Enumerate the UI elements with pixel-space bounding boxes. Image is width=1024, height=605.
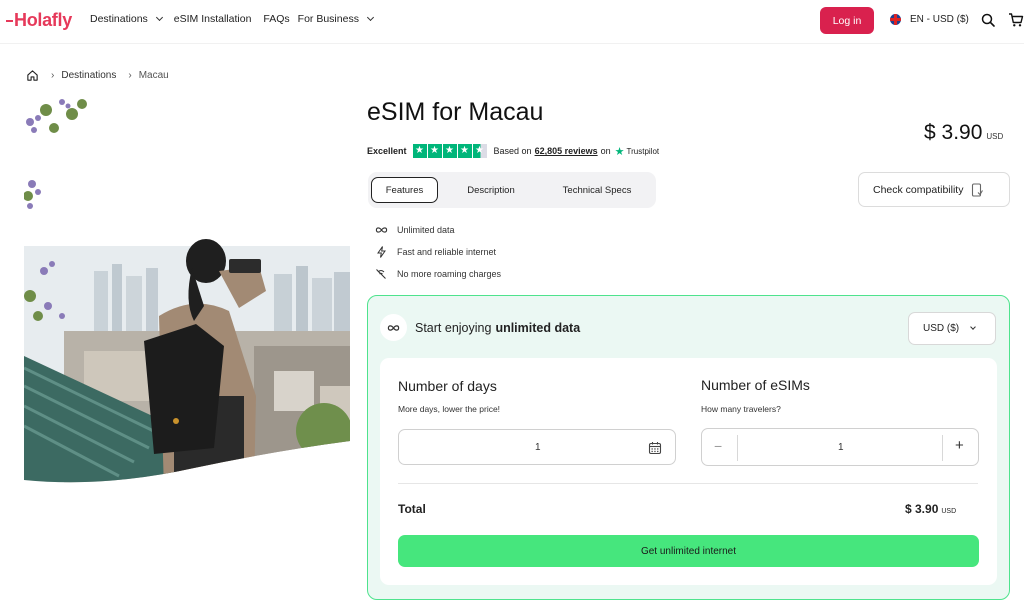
nav-faqs[interactable]: FAQs	[263, 13, 289, 25]
product-price: $ 3.90 USD	[924, 121, 1004, 144]
trustpilot-star-icon: ★	[614, 145, 625, 158]
breadcrumb: › Destinations › Macau	[26, 69, 169, 82]
plan-card: Start enjoying unlimited data USD ($) Num…	[367, 295, 1010, 600]
chevron-down-icon	[155, 13, 163, 22]
esims-stepper[interactable]: − 1 +	[701, 428, 979, 466]
trustpilot-rating: Excellent ★ ★ ★ ★ ★ Based on 62,805 revi…	[367, 144, 660, 158]
stepper-divider	[942, 435, 943, 461]
star-icon: ★	[442, 144, 457, 158]
nav-for-business[interactable]: For Business	[298, 13, 374, 25]
breadcrumb-separator: ›	[51, 70, 55, 81]
cart-icon[interactable]	[1008, 12, 1024, 28]
language-currency-selector[interactable]: EN - USD ($)	[890, 14, 969, 25]
check-compatibility-button[interactable]: Check compatibility	[858, 172, 1010, 207]
reviews-link[interactable]: 62,805 reviews	[535, 146, 598, 156]
stepper-divider	[737, 435, 738, 461]
chevron-down-icon	[366, 13, 374, 22]
top-header: Holafly Destinations eSIM Installation F…	[0, 0, 1024, 44]
feature-list: Unlimited data Fast and reliable interne…	[374, 219, 501, 285]
calendar-icon[interactable]	[648, 441, 662, 455]
divider	[398, 483, 978, 484]
breadcrumb-macau: Macau	[138, 70, 169, 81]
feature-item: Unlimited data	[374, 219, 501, 241]
plan-config-panel: Number of days More days, lower the pric…	[380, 358, 997, 585]
macau-traveler-photo	[24, 96, 350, 483]
days-sublabel: More days, lower the price!	[398, 404, 501, 414]
chevron-down-icon	[970, 324, 976, 330]
get-unlimited-internet-button[interactable]: Get unlimited internet	[398, 535, 979, 567]
feature-item: No more roaming charges	[374, 263, 501, 285]
search-icon[interactable]	[980, 12, 996, 28]
star-icon: ★	[427, 144, 442, 158]
login-button[interactable]: Log in	[820, 7, 874, 34]
product-title: eSIM for Macau	[367, 98, 544, 126]
star-icon: ★	[457, 144, 472, 158]
days-input[interactable]: 1	[398, 429, 676, 465]
esims-sublabel: How many travelers?	[701, 404, 781, 414]
home-icon[interactable]	[26, 69, 39, 82]
feature-item: Fast and reliable internet	[374, 241, 501, 263]
days-label: Number of days	[398, 378, 497, 394]
tab-technical-specs[interactable]: Technical Specs	[542, 177, 652, 203]
tab-description[interactable]: Description	[446, 177, 536, 203]
star-icon: ★	[412, 144, 427, 158]
trustpilot-logo: ★ Trustpilot	[614, 145, 660, 158]
decrement-button[interactable]: −	[714, 438, 722, 454]
uk-flag-icon	[890, 14, 901, 25]
phone-check-icon	[972, 182, 984, 197]
currency-select[interactable]: USD ($)	[908, 312, 996, 345]
product-tabs: Features Description Technical Specs	[368, 172, 656, 208]
rating-stars: ★ ★ ★ ★ ★	[412, 144, 488, 158]
main-nav: Destinations eSIM Installation FAQs For …	[90, 13, 385, 25]
breadcrumb-destinations[interactable]: Destinations	[61, 70, 116, 81]
total-value: $ 3.90 USD	[905, 502, 957, 516]
tab-features[interactable]: Features	[371, 177, 438, 203]
nav-esim-installation[interactable]: eSIM Installation	[174, 13, 252, 25]
esims-label: Number of eSIMs	[701, 377, 810, 393]
plan-heading: Start enjoying unlimited data	[380, 314, 580, 341]
nav-destinations[interactable]: Destinations	[90, 13, 163, 25]
infinity-icon	[380, 314, 407, 341]
half-star-icon: ★	[472, 144, 487, 158]
no-roaming-icon	[376, 269, 386, 279]
lightning-icon	[376, 246, 386, 258]
breadcrumb-separator: ›	[128, 70, 132, 81]
total-label: Total	[398, 502, 426, 516]
holafly-logo[interactable]: Holafly	[6, 10, 72, 31]
increment-button[interactable]: +	[955, 437, 964, 454]
infinity-icon	[375, 227, 387, 233]
